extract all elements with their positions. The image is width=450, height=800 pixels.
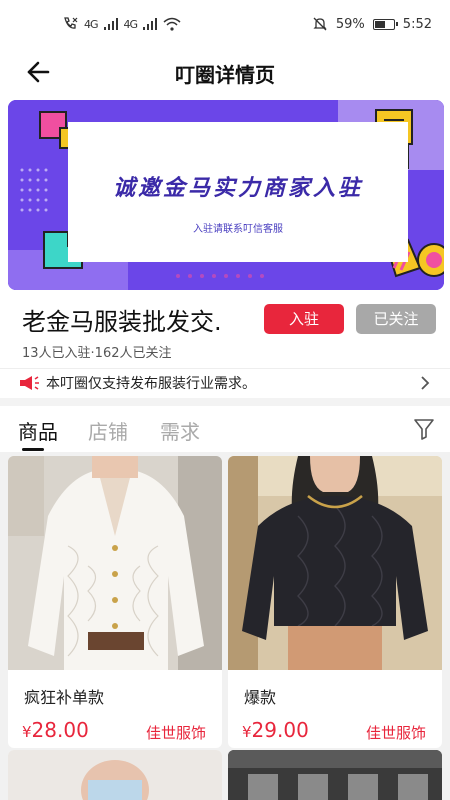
product-name: 疯狂补单款 — [24, 688, 105, 707]
product-shop: 佳世服饰 — [365, 724, 426, 742]
tab-demands[interactable]: 需求 — [160, 416, 200, 445]
network-label-2: 4G — [123, 17, 138, 31]
tab-indicator — [22, 448, 44, 451]
price-value: 29.00 — [251, 718, 309, 742]
product-card[interactable]: 疯狂补单款 ¥28.00 佳世服饰 — [8, 456, 222, 748]
currency-symbol: ¥ — [242, 723, 252, 741]
product-card[interactable] — [228, 750, 442, 800]
tab-bar: 商品 店铺 需求 — [0, 406, 450, 452]
product-image — [228, 456, 442, 670]
tab-goods[interactable]: 商品 — [18, 416, 58, 445]
network-label-1: 4G — [84, 17, 98, 31]
filter-icon[interactable] — [412, 416, 436, 442]
battery-percent: 59% — [335, 16, 365, 32]
wifi-icon — [163, 17, 181, 31]
status-left: 4G 4G — [62, 17, 181, 31]
status-bar: 4G 4G 59% 5:52 — [0, 0, 450, 48]
banner-title: 诚邀金马实力商家入驻 — [112, 176, 363, 201]
section-divider — [0, 398, 450, 406]
product-price: ¥29.00 — [242, 718, 309, 742]
banner-subtitle: 入驻请联系叮信客服 — [193, 224, 283, 235]
mute-icon — [313, 17, 327, 31]
battery-icon — [372, 18, 398, 30]
product-image — [8, 456, 222, 670]
circle-info: 老金马服装批发交. 入驻 已关注 13人已入驻·162人已关注 — [0, 296, 450, 366]
notice-text: 本叮圈仅支持发布服装行业需求。 — [46, 375, 256, 392]
page-title: 叮圈详情页 — [175, 62, 275, 87]
product-name: 爆款 — [244, 688, 277, 707]
circle-stats: 13人已入驻·162人已关注 — [22, 346, 172, 361]
status-right: 59% 5:52 — [312, 16, 432, 32]
product-card[interactable]: 爆款 ¥29.00 佳世服饰 — [228, 456, 442, 748]
product-image — [228, 750, 442, 800]
product-grid: 疯狂补单款 ¥28.00 佳世服饰 爆款 ¥29.00 佳世服饰 — [0, 452, 450, 800]
circle-name: 老金马服装批发交. — [22, 308, 222, 336]
chevron-right-icon — [421, 376, 430, 390]
arrow-left-icon[interactable] — [24, 58, 52, 86]
currency-symbol: ¥ — [22, 723, 32, 741]
nav-bar: 叮圈详情页 — [0, 48, 450, 98]
product-card[interactable] — [8, 750, 222, 800]
tab-shops[interactable]: 店铺 — [88, 416, 128, 445]
call-icon — [64, 17, 78, 29]
signal-icon — [103, 18, 118, 30]
signal-icon — [143, 18, 158, 30]
follow-button[interactable]: 已关注 — [356, 304, 436, 334]
banner-card: 诚邀金马实力商家入驻 入驻请联系叮信客服 — [68, 122, 408, 262]
promo-banner[interactable]: 诚邀金马实力商家入驻 入驻请联系叮信客服 — [8, 100, 444, 290]
join-button[interactable]: 入驻 — [264, 304, 344, 334]
product-shop: 佳世服饰 — [145, 724, 206, 742]
clock: 5:52 — [402, 16, 432, 32]
megaphone-icon — [20, 375, 39, 390]
price-value: 28.00 — [31, 718, 89, 742]
product-price: ¥28.00 — [22, 718, 89, 742]
notice-bar[interactable]: 本叮圈仅支持发布服装行业需求。 — [0, 368, 450, 396]
product-image — [8, 750, 222, 800]
